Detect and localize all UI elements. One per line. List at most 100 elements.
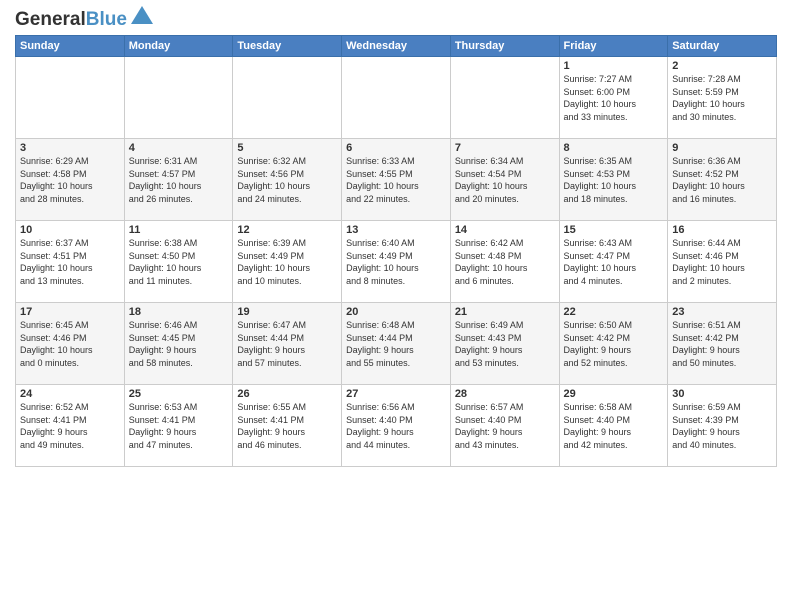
weekday-header-wednesday: Wednesday	[342, 36, 451, 57]
week-row-3: 10Sunrise: 6:37 AM Sunset: 4:51 PM Dayli…	[16, 221, 777, 303]
day-cell: 26Sunrise: 6:55 AM Sunset: 4:41 PM Dayli…	[233, 385, 342, 467]
day-info: Sunrise: 6:47 AM Sunset: 4:44 PM Dayligh…	[237, 319, 337, 369]
day-cell: 13Sunrise: 6:40 AM Sunset: 4:49 PM Dayli…	[342, 221, 451, 303]
day-number: 18	[129, 306, 229, 318]
weekday-header-sunday: Sunday	[16, 36, 125, 57]
day-number: 4	[129, 142, 229, 154]
day-cell	[450, 57, 559, 139]
day-cell: 5Sunrise: 6:32 AM Sunset: 4:56 PM Daylig…	[233, 139, 342, 221]
week-row-2: 3Sunrise: 6:29 AM Sunset: 4:58 PM Daylig…	[16, 139, 777, 221]
day-cell: 14Sunrise: 6:42 AM Sunset: 4:48 PM Dayli…	[450, 221, 559, 303]
day-number: 2	[672, 60, 772, 72]
day-cell: 30Sunrise: 6:59 AM Sunset: 4:39 PM Dayli…	[668, 385, 777, 467]
day-info: Sunrise: 6:48 AM Sunset: 4:44 PM Dayligh…	[346, 319, 446, 369]
day-cell: 19Sunrise: 6:47 AM Sunset: 4:44 PM Dayli…	[233, 303, 342, 385]
day-cell: 4Sunrise: 6:31 AM Sunset: 4:57 PM Daylig…	[124, 139, 233, 221]
weekday-header-monday: Monday	[124, 36, 233, 57]
week-row-1: 1Sunrise: 7:27 AM Sunset: 6:00 PM Daylig…	[16, 57, 777, 139]
day-info: Sunrise: 6:53 AM Sunset: 4:41 PM Dayligh…	[129, 401, 229, 451]
day-info: Sunrise: 6:58 AM Sunset: 4:40 PM Dayligh…	[564, 401, 664, 451]
day-number: 27	[346, 388, 446, 400]
day-info: Sunrise: 7:27 AM Sunset: 6:00 PM Dayligh…	[564, 73, 664, 123]
day-cell: 1Sunrise: 7:27 AM Sunset: 6:00 PM Daylig…	[559, 57, 668, 139]
logo-general: General	[15, 9, 86, 30]
day-number: 5	[237, 142, 337, 154]
calendar-table: SundayMondayTuesdayWednesdayThursdayFrid…	[15, 35, 777, 467]
day-info: Sunrise: 6:34 AM Sunset: 4:54 PM Dayligh…	[455, 155, 555, 205]
logo-icon	[131, 6, 153, 24]
day-number: 7	[455, 142, 555, 154]
day-number: 22	[564, 306, 664, 318]
day-cell: 10Sunrise: 6:37 AM Sunset: 4:51 PM Dayli…	[16, 221, 125, 303]
weekday-header-thursday: Thursday	[450, 36, 559, 57]
logo: GeneralBlue	[15, 10, 153, 29]
day-info: Sunrise: 6:38 AM Sunset: 4:50 PM Dayligh…	[129, 237, 229, 287]
day-info: Sunrise: 6:39 AM Sunset: 4:49 PM Dayligh…	[237, 237, 337, 287]
day-cell: 2Sunrise: 7:28 AM Sunset: 5:59 PM Daylig…	[668, 57, 777, 139]
day-number: 8	[564, 142, 664, 154]
day-cell: 17Sunrise: 6:45 AM Sunset: 4:46 PM Dayli…	[16, 303, 125, 385]
day-cell: 22Sunrise: 6:50 AM Sunset: 4:42 PM Dayli…	[559, 303, 668, 385]
day-number: 20	[346, 306, 446, 318]
day-info: Sunrise: 6:57 AM Sunset: 4:40 PM Dayligh…	[455, 401, 555, 451]
day-info: Sunrise: 6:56 AM Sunset: 4:40 PM Dayligh…	[346, 401, 446, 451]
day-info: Sunrise: 6:55 AM Sunset: 4:41 PM Dayligh…	[237, 401, 337, 451]
day-number: 17	[20, 306, 120, 318]
day-number: 19	[237, 306, 337, 318]
day-cell: 16Sunrise: 6:44 AM Sunset: 4:46 PM Dayli…	[668, 221, 777, 303]
day-info: Sunrise: 6:37 AM Sunset: 4:51 PM Dayligh…	[20, 237, 120, 287]
day-cell: 20Sunrise: 6:48 AM Sunset: 4:44 PM Dayli…	[342, 303, 451, 385]
week-row-5: 24Sunrise: 6:52 AM Sunset: 4:41 PM Dayli…	[16, 385, 777, 467]
day-cell: 24Sunrise: 6:52 AM Sunset: 4:41 PM Dayli…	[16, 385, 125, 467]
day-info: Sunrise: 6:46 AM Sunset: 4:45 PM Dayligh…	[129, 319, 229, 369]
day-info: Sunrise: 6:31 AM Sunset: 4:57 PM Dayligh…	[129, 155, 229, 205]
day-number: 14	[455, 224, 555, 236]
day-cell: 9Sunrise: 6:36 AM Sunset: 4:52 PM Daylig…	[668, 139, 777, 221]
day-number: 25	[129, 388, 229, 400]
day-info: Sunrise: 6:42 AM Sunset: 4:48 PM Dayligh…	[455, 237, 555, 287]
day-number: 15	[564, 224, 664, 236]
day-cell: 6Sunrise: 6:33 AM Sunset: 4:55 PM Daylig…	[342, 139, 451, 221]
day-info: Sunrise: 6:32 AM Sunset: 4:56 PM Dayligh…	[237, 155, 337, 205]
weekday-header-tuesday: Tuesday	[233, 36, 342, 57]
day-info: Sunrise: 6:35 AM Sunset: 4:53 PM Dayligh…	[564, 155, 664, 205]
day-number: 10	[20, 224, 120, 236]
weekday-header-row: SundayMondayTuesdayWednesdayThursdayFrid…	[16, 36, 777, 57]
day-info: Sunrise: 6:45 AM Sunset: 4:46 PM Dayligh…	[20, 319, 120, 369]
day-cell	[342, 57, 451, 139]
day-cell: 25Sunrise: 6:53 AM Sunset: 4:41 PM Dayli…	[124, 385, 233, 467]
day-info: Sunrise: 6:29 AM Sunset: 4:58 PM Dayligh…	[20, 155, 120, 205]
day-number: 3	[20, 142, 120, 154]
day-cell	[233, 57, 342, 139]
logo-blue: Blue	[86, 9, 127, 30]
day-cell: 23Sunrise: 6:51 AM Sunset: 4:42 PM Dayli…	[668, 303, 777, 385]
day-cell: 15Sunrise: 6:43 AM Sunset: 4:47 PM Dayli…	[559, 221, 668, 303]
day-cell: 21Sunrise: 6:49 AM Sunset: 4:43 PM Dayli…	[450, 303, 559, 385]
day-cell: 12Sunrise: 6:39 AM Sunset: 4:49 PM Dayli…	[233, 221, 342, 303]
day-info: Sunrise: 6:51 AM Sunset: 4:42 PM Dayligh…	[672, 319, 772, 369]
day-cell	[16, 57, 125, 139]
day-number: 24	[20, 388, 120, 400]
day-info: Sunrise: 7:28 AM Sunset: 5:59 PM Dayligh…	[672, 73, 772, 123]
week-row-4: 17Sunrise: 6:45 AM Sunset: 4:46 PM Dayli…	[16, 303, 777, 385]
day-cell: 3Sunrise: 6:29 AM Sunset: 4:58 PM Daylig…	[16, 139, 125, 221]
day-info: Sunrise: 6:59 AM Sunset: 4:39 PM Dayligh…	[672, 401, 772, 451]
day-cell: 28Sunrise: 6:57 AM Sunset: 4:40 PM Dayli…	[450, 385, 559, 467]
weekday-header-friday: Friday	[559, 36, 668, 57]
day-info: Sunrise: 6:49 AM Sunset: 4:43 PM Dayligh…	[455, 319, 555, 369]
day-number: 16	[672, 224, 772, 236]
day-info: Sunrise: 6:52 AM Sunset: 4:41 PM Dayligh…	[20, 401, 120, 451]
day-cell	[124, 57, 233, 139]
day-cell: 29Sunrise: 6:58 AM Sunset: 4:40 PM Dayli…	[559, 385, 668, 467]
day-cell: 7Sunrise: 6:34 AM Sunset: 4:54 PM Daylig…	[450, 139, 559, 221]
day-number: 6	[346, 142, 446, 154]
day-number: 23	[672, 306, 772, 318]
day-info: Sunrise: 6:33 AM Sunset: 4:55 PM Dayligh…	[346, 155, 446, 205]
day-info: Sunrise: 6:36 AM Sunset: 4:52 PM Dayligh…	[672, 155, 772, 205]
day-number: 1	[564, 60, 664, 72]
day-number: 28	[455, 388, 555, 400]
page: GeneralBlue SundayMondayTuesdayWednesday…	[0, 0, 792, 612]
day-cell: 8Sunrise: 6:35 AM Sunset: 4:53 PM Daylig…	[559, 139, 668, 221]
day-info: Sunrise: 6:40 AM Sunset: 4:49 PM Dayligh…	[346, 237, 446, 287]
day-number: 30	[672, 388, 772, 400]
